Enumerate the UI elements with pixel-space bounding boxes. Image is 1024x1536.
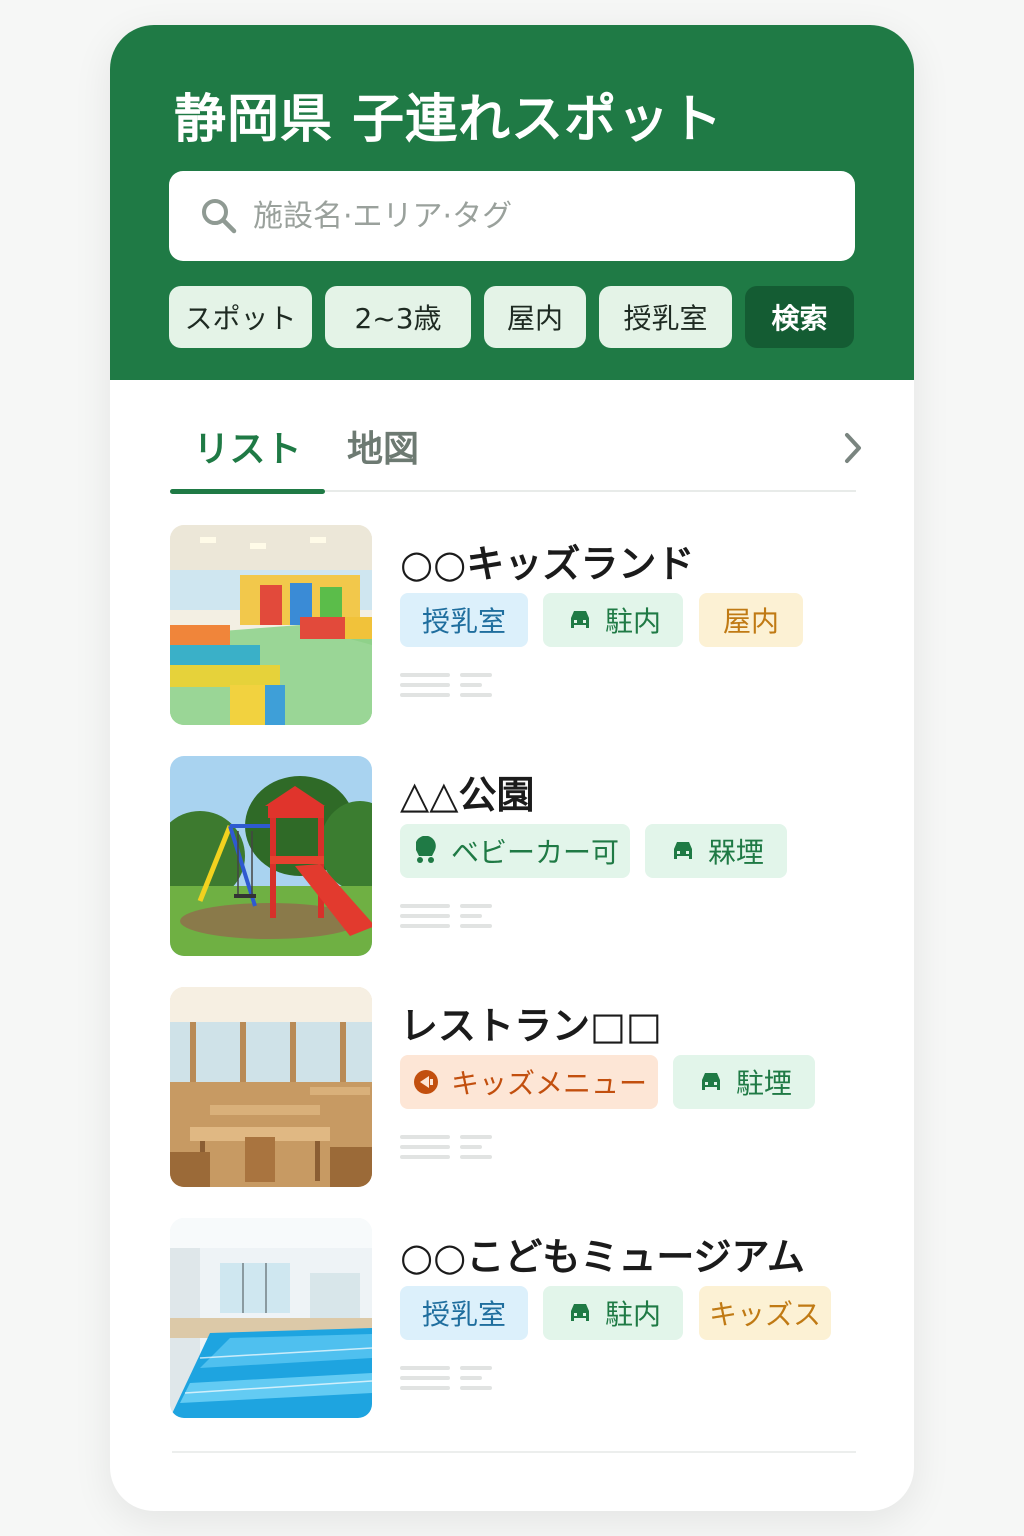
search-box[interactable]	[169, 171, 855, 261]
tag-parking: 駐内	[543, 1286, 683, 1340]
tag-label: 授乳室	[421, 1298, 506, 1331]
spot-tags: 授乳室 駐内 キッズス	[400, 1286, 870, 1340]
spot-name: △△公園	[400, 773, 535, 817]
tab-list[interactable]: リスト	[170, 420, 325, 490]
meta-placeholder	[400, 902, 500, 932]
tag-label: 槑堙	[707, 836, 764, 869]
list-item[interactable]: レストラン□□ キッズメニュー 駐堙	[170, 987, 870, 1189]
car-icon	[701, 1073, 720, 1090]
tag-label: ベビーカー可	[450, 836, 619, 869]
tag-label: キッズス	[708, 1298, 821, 1331]
stroller-icon	[415, 836, 436, 863]
restaurant-interior-image	[170, 987, 372, 1187]
tag-kids-space: キッズス	[699, 1286, 831, 1340]
meta-placeholder	[400, 1364, 500, 1394]
meta-placeholder	[400, 1133, 500, 1163]
spot-thumbnail	[170, 987, 372, 1187]
meta-placeholder	[400, 671, 500, 701]
list-bottom-divider	[172, 1451, 856, 1453]
tag-indoor: 屋内	[699, 593, 803, 647]
filter-chip-age[interactable]: 2~3歳	[325, 286, 471, 348]
search-icon	[202, 199, 237, 234]
page-title: 静岡県 子連れスポット	[174, 90, 724, 150]
filter-chip-nursing-room[interactable]: 授乳室	[599, 286, 732, 348]
search-input[interactable]	[253, 198, 813, 234]
spot-thumbnail	[170, 1218, 372, 1418]
car-icon	[570, 1304, 589, 1321]
spot-name: レストラン□□	[400, 1004, 662, 1048]
indoor-playground-image	[170, 525, 372, 725]
car-icon	[673, 842, 692, 859]
spot-name: ○○キッズランド	[400, 542, 695, 586]
tag-label: 駐堙	[735, 1067, 792, 1100]
spot-thumbnail	[170, 756, 372, 956]
search-button[interactable]: 検索	[745, 286, 854, 348]
park-playground-image	[170, 756, 372, 956]
spot-tags: キッズメニュー 駐堙	[400, 1055, 870, 1109]
list-item[interactable]: ○○キッズランド 授乳室 駐内 屋内	[170, 525, 870, 727]
spot-thumbnail	[170, 525, 372, 725]
tag-kids-menu: キッズメニュー	[400, 1055, 658, 1109]
chevron-right-icon[interactable]	[838, 428, 868, 468]
spot-name: ○○こどもミュージアム	[400, 1235, 805, 1279]
spot-tags: ベビーカー可 槑堙	[400, 824, 870, 878]
filter-chip-spot[interactable]: スポット	[169, 286, 312, 348]
megaphone-icon	[413, 1070, 438, 1094]
tag-label: 屋内	[722, 605, 779, 638]
list-item[interactable]: ○○こどもミュージアム 授乳室 駐内 キッズス	[170, 1218, 870, 1420]
tag-stroller: ベビーカー可	[400, 824, 630, 878]
filter-chip-indoor[interactable]: 屋内	[484, 286, 586, 348]
header: 静岡県 子連れスポット スポット 2~3歳 屋内 授乳室 検索	[110, 25, 914, 380]
indoor-pool-image	[170, 1218, 372, 1418]
list-item[interactable]: △△公園 ベビーカー可 槑堙	[170, 756, 870, 958]
spot-tags: 授乳室 駐内 屋内	[400, 593, 870, 647]
app-screen: 静岡県 子連れスポット スポット 2~3歳 屋内 授乳室 検索 リスト 地図	[110, 25, 914, 1511]
tag-parking: 駐堙	[673, 1055, 815, 1109]
tag-parking: 駐内	[543, 593, 683, 647]
tag-nursing-room: 授乳室	[400, 593, 528, 647]
tag-nursing-room: 授乳室	[400, 1286, 528, 1340]
active-tab-indicator	[170, 489, 325, 494]
tag-label: キッズメニュー	[450, 1067, 647, 1100]
view-tabs: リスト 地図	[170, 420, 861, 494]
tag-label: 駐内	[604, 1298, 661, 1331]
tag-label: 駐内	[604, 605, 661, 638]
tag-parking: 槑堙	[645, 824, 787, 878]
car-icon	[570, 611, 589, 628]
tag-label: 授乳室	[421, 605, 506, 638]
tab-map[interactable]: 地図	[338, 420, 428, 490]
